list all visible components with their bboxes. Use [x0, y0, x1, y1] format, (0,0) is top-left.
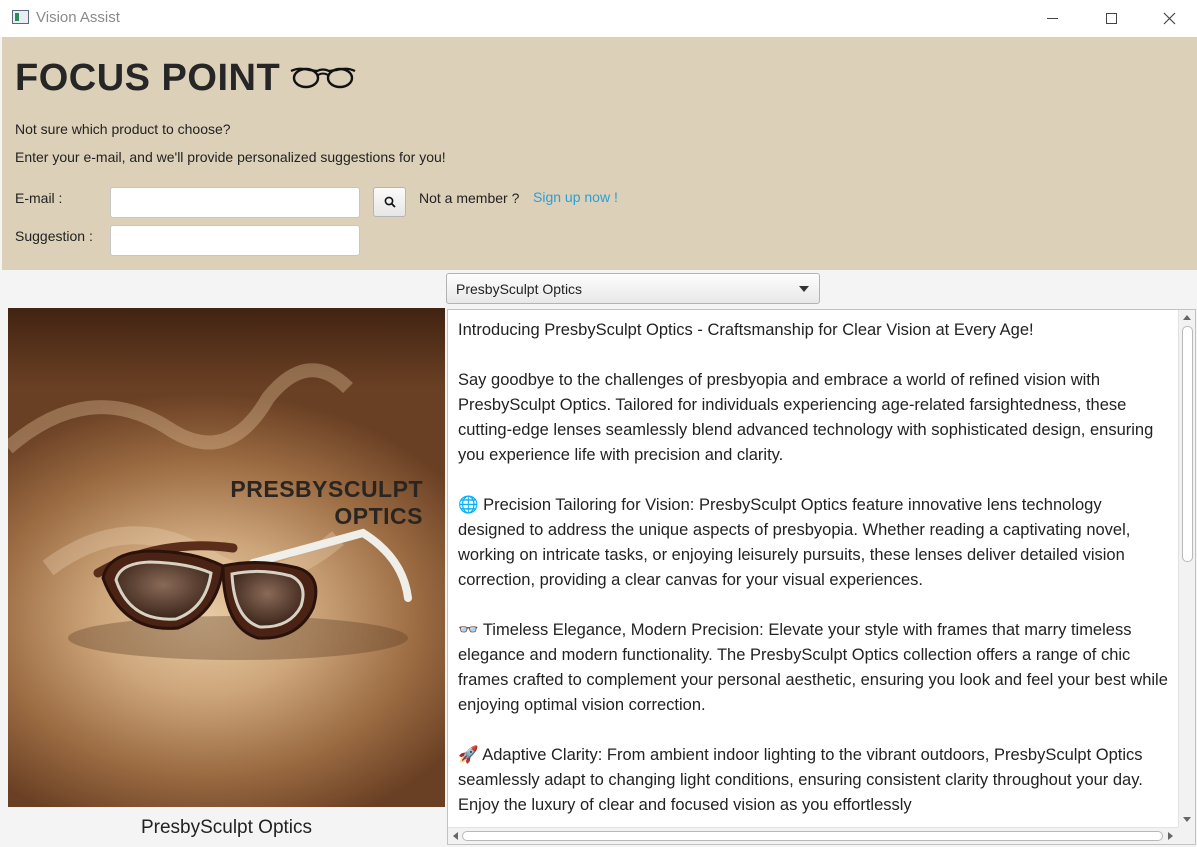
description-viewport: Introducing PresbySculpt Optics - Crafts… — [448, 310, 1178, 827]
suggestion-field[interactable] — [110, 225, 360, 256]
description-content: Introducing PresbySculpt Optics - Crafts… — [448, 310, 1178, 818]
product-photo — [8, 308, 445, 660]
description-paragraph: Introducing PresbySculpt Optics - Crafts… — [458, 321, 1034, 339]
scroll-up-icon[interactable] — [1183, 315, 1191, 320]
minimize-button[interactable] — [1023, 0, 1081, 37]
description-paragraph: 🚀 Adaptive Clarity: From ambient indoor … — [458, 746, 1143, 814]
product-caption: PresbySculpt Optics — [140, 817, 313, 838]
signup-link[interactable]: Sign up now ! — [533, 189, 618, 205]
maximize-icon — [1105, 13, 1117, 24]
scroll-down-icon[interactable] — [1183, 817, 1191, 822]
horizontal-scroll-thumb[interactable] — [462, 831, 1163, 841]
intro-question: Not sure which product to choose? — [15, 121, 231, 137]
intro-instructions: Enter your e-mail, and we'll provide per… — [15, 149, 446, 165]
vertical-scroll-thumb[interactable] — [1182, 326, 1193, 562]
header-panel: FOCUS POINT Not sure which product to ch… — [2, 37, 1197, 270]
email-label: E-mail : — [15, 190, 63, 206]
product-image: PRESBYSCULPT OPTICS — [8, 308, 445, 807]
close-button[interactable] — [1140, 0, 1197, 37]
title-bar: Vision Assist — [0, 0, 1197, 37]
window-title: Vision Assist — [36, 9, 120, 26]
suggestion-label: Suggestion : — [15, 228, 93, 244]
description-text-area[interactable]: Introducing PresbySculpt Optics - Crafts… — [447, 309, 1196, 845]
search-button[interactable] — [373, 187, 406, 217]
member-prompt: Not a member ? — [419, 190, 520, 206]
chevron-down-icon — [799, 286, 809, 292]
image-brand-line2: OPTICS — [334, 503, 423, 529]
search-icon — [384, 196, 396, 208]
close-icon — [1163, 12, 1175, 25]
description-paragraph: 👓 Timeless Elegance, Modern Precision: E… — [458, 621, 1168, 714]
app-window-icon — [12, 10, 29, 24]
product-dropdown[interactable]: PresbySculpt Optics — [446, 273, 820, 304]
brand-title: FOCUS POINT — [15, 57, 281, 99]
scrollbar-corner — [1178, 827, 1195, 844]
scroll-left-icon[interactable] — [453, 832, 458, 840]
description-paragraph: Say goodbye to the challenges of presbyo… — [458, 371, 1154, 464]
email-field[interactable] — [110, 187, 360, 218]
description-paragraph: 🌐 Precision Tailoring for Vision: Presby… — [458, 496, 1131, 589]
glasses-icon — [290, 67, 356, 89]
product-dropdown-value: PresbySculpt Optics — [456, 281, 583, 297]
scroll-right-icon[interactable] — [1168, 832, 1173, 840]
image-brand-line1: PRESBYSCULPT — [230, 476, 423, 502]
maximize-button[interactable] — [1082, 0, 1140, 37]
horizontal-scrollbar[interactable] — [448, 827, 1195, 844]
minimize-icon — [1046, 18, 1058, 19]
vertical-scrollbar[interactable] — [1178, 310, 1195, 827]
